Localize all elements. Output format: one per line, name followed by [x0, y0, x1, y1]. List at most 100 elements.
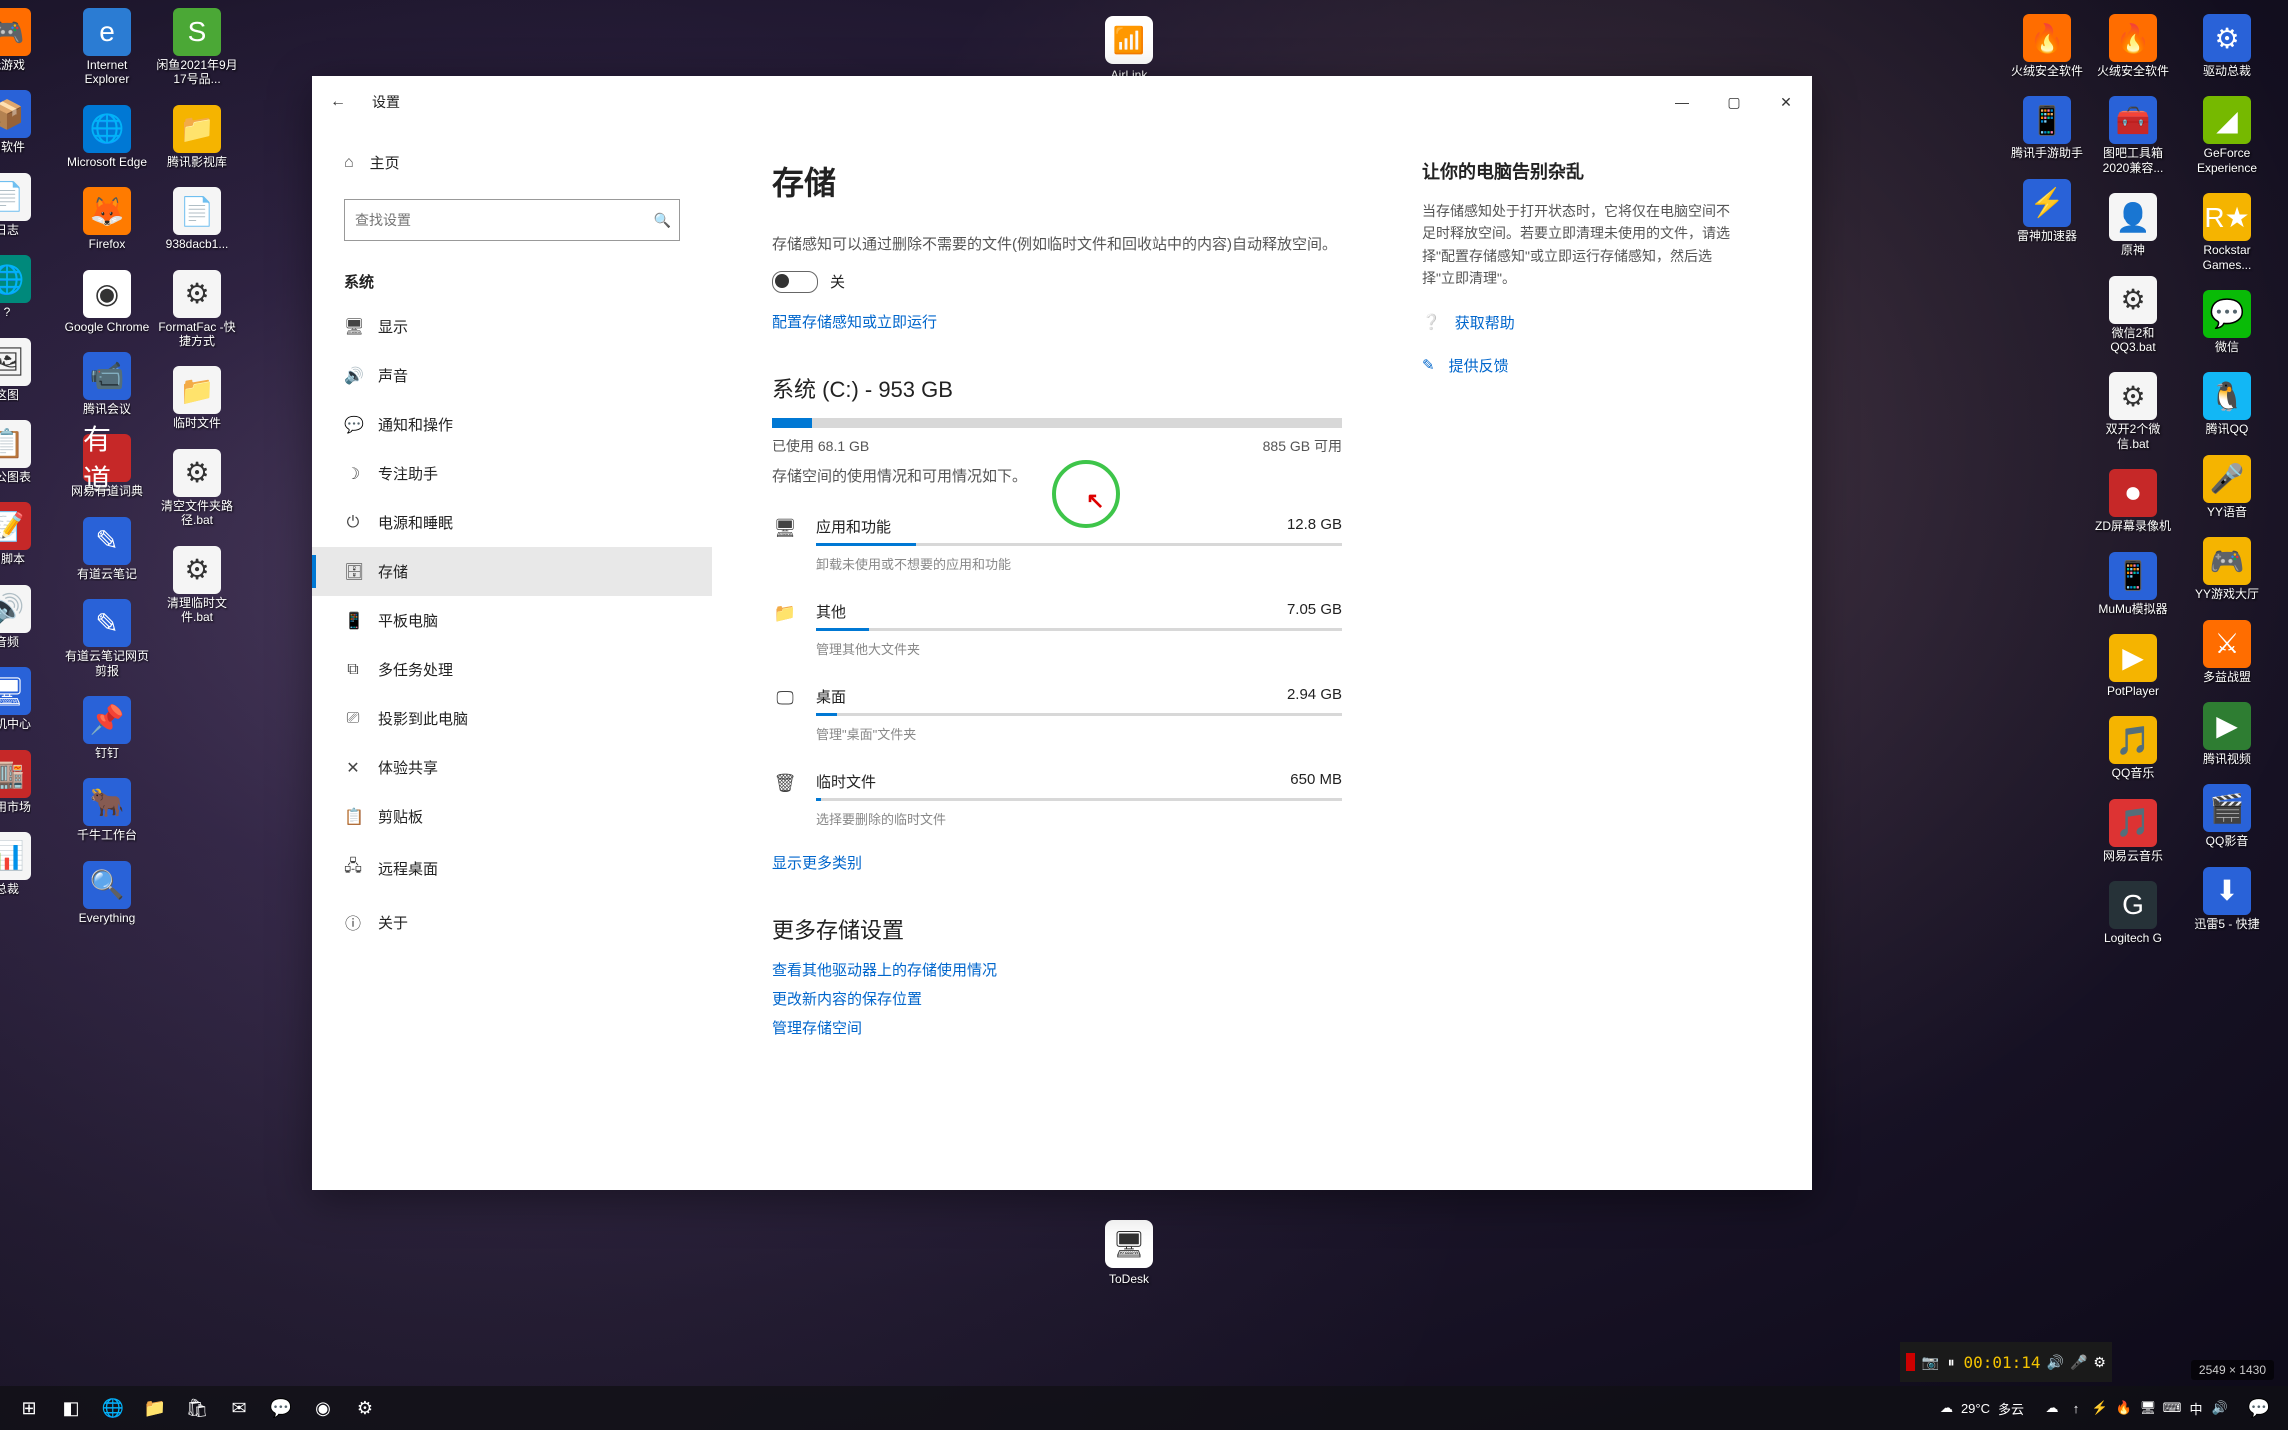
- taskbar-pinned-7[interactable]: ◉: [302, 1386, 344, 1430]
- desktop-icon[interactable]: 🎤YY语音: [2180, 451, 2274, 523]
- sidebar-item-4[interactable]: ⏻电源和睡眠: [312, 498, 712, 547]
- desktop-icon[interactable]: ◉Google Chrome: [60, 266, 154, 338]
- search-input[interactable]: [353, 211, 654, 229]
- desktop-icon[interactable]: ◢GeForce Experience: [2180, 92, 2274, 179]
- desktop-icon[interactable]: 📌钉钉: [60, 692, 154, 764]
- desktop-icon[interactable]: ⚙清空文件夹路径.bat: [150, 445, 244, 532]
- more-storage-link-2[interactable]: 管理存储空间: [772, 1017, 1342, 1038]
- taskbar-pinned-3[interactable]: 📁: [134, 1386, 176, 1430]
- desktop-icon[interactable]: eInternet Explorer: [60, 4, 154, 91]
- sidebar-item-8[interactable]: ⎚投影到此电脑: [312, 694, 712, 743]
- desktop-icon[interactable]: R★Rockstar Games...: [2180, 189, 2274, 276]
- storage-category-0[interactable]: 🖥 应用和功能12.8 GB 卸载未使用或不想要的应用和功能: [772, 502, 1342, 587]
- record-pause-button[interactable]: ⏸: [1945, 1350, 1958, 1374]
- desktop-icon[interactable]: 🖥主机中心: [0, 663, 54, 735]
- maximize-button[interactable]: ▢: [1708, 76, 1760, 128]
- tray-icon-2[interactable]: ⚡: [2090, 1400, 2110, 1416]
- desktop-icon[interactable]: ▶PotPlayer: [2086, 630, 2180, 702]
- taskbar-pinned-5[interactable]: ✉: [218, 1386, 260, 1430]
- sidebar-item-10[interactable]: 📋剪贴板: [312, 792, 712, 841]
- desktop-icon[interactable]: 🎮YY游戏大厅: [2180, 533, 2274, 605]
- storage-category-3[interactable]: 🗑 临时文件650 MB 选择要删除的临时文件: [772, 757, 1342, 842]
- more-storage-link-1[interactable]: 更改新内容的保存位置: [772, 988, 1342, 1009]
- desktop-icon[interactable]: ▶腾讯视频: [2180, 698, 2274, 770]
- sidebar-item-0[interactable]: 🖥显示: [312, 302, 712, 351]
- sidebar-item-11[interactable]: 🖧远程桌面: [312, 841, 712, 896]
- record-camera-icon[interactable]: 📷: [1921, 1350, 1938, 1374]
- back-button[interactable]: ←: [312, 76, 364, 128]
- desktop-icon[interactable]: 🎬QQ影音: [2180, 780, 2274, 852]
- desktop-icon[interactable]: 🐂千牛工作台: [60, 774, 154, 846]
- desktop-icon[interactable]: ⬇迅雷5 - 快捷: [2180, 863, 2274, 935]
- storage-category-1[interactable]: 📁 其他7.05 GB 管理其他大文件夹: [772, 587, 1342, 672]
- desktop-icon[interactable]: 📱腾讯手游助手: [2000, 92, 2094, 164]
- desktop-icon[interactable]: ⚙清理临时文件.bat: [150, 542, 244, 629]
- desktop-icon[interactable]: 🎵QQ音乐: [2086, 712, 2180, 784]
- tray-icon-0[interactable]: ☁: [2042, 1400, 2062, 1416]
- taskbar-pinned-4[interactable]: 🛍: [176, 1386, 218, 1430]
- minimize-button[interactable]: —: [1656, 76, 1708, 128]
- storage-category-2[interactable]: 🖵 桌面2.94 GB 管理"桌面"文件夹: [772, 672, 1342, 757]
- desktop-icon[interactable]: ⏺ZD屏幕录像机: [2086, 465, 2180, 537]
- tray-icon-4[interactable]: 🖥: [2138, 1400, 2158, 1416]
- desktop-icon[interactable]: ✎有道云笔记: [60, 513, 154, 585]
- taskbar-weather[interactable]: ☁ 29°C 多云: [1930, 1399, 2034, 1418]
- desktop-icon[interactable]: 📝即脚本: [0, 498, 54, 570]
- search-box[interactable]: 🔍: [344, 199, 680, 241]
- desktop-icon[interactable]: 📊总裁: [0, 828, 54, 900]
- desktop-icon[interactable]: ✎有道云笔记网页剪报: [60, 595, 154, 682]
- record-stop-button[interactable]: [1906, 1353, 1915, 1371]
- desktop-icon[interactable]: 📁腾讯影视库: [150, 101, 244, 173]
- sidebar-item-5[interactable]: 🗄存储: [312, 547, 712, 596]
- desktop-icon[interactable]: 🔊音频: [0, 581, 54, 653]
- tray-icon-6[interactable]: 中: [2186, 1399, 2206, 1418]
- desktop-icon[interactable]: ⚙双开2个微信.bat: [2086, 368, 2180, 455]
- desktop-icon[interactable]: ⚡雷神加速器: [2000, 175, 2094, 247]
- close-button[interactable]: ✕: [1760, 76, 1812, 128]
- desktop-icon[interactable]: ⚙FormatFac -快捷方式: [150, 266, 244, 353]
- desktop-icon[interactable]: 💬微信: [2180, 286, 2274, 358]
- desktop-icon[interactable]: 🔥火绒安全软件: [2000, 10, 2094, 82]
- desktop-icon[interactable]: 📶AirLink: [1105, 16, 1153, 82]
- taskbar-pinned-2[interactable]: 🌐: [92, 1386, 134, 1430]
- tray-icon-5[interactable]: ⌨: [2162, 1400, 2182, 1416]
- show-more-link[interactable]: 显示更多类别: [772, 852, 1342, 873]
- sidebar-home[interactable]: ⌂ 主页: [312, 138, 712, 187]
- desktop-icon[interactable]: 🧰图吧工具箱2020兼容...: [2086, 92, 2180, 179]
- desktop-icon[interactable]: 👤原神: [2086, 189, 2180, 261]
- taskbar-pinned-0[interactable]: ⊞: [8, 1386, 50, 1430]
- screen-recorder-widget[interactable]: 📷 ⏸ 00:01:14 🔊 🎤 ⚙: [1900, 1342, 2112, 1382]
- desktop-icon[interactable]: 📋办公图表: [0, 416, 54, 488]
- sidebar-item-12[interactable]: ⓘ关于: [312, 896, 712, 948]
- sidebar-item-3[interactable]: ☽专注助手: [312, 449, 712, 498]
- record-audio-icon[interactable]: 🔊: [2047, 1350, 2064, 1374]
- desktop-icon[interactable]: 📹腾讯会议: [60, 348, 154, 420]
- notification-center-button[interactable]: 💬: [2238, 1386, 2280, 1430]
- taskbar-pinned-8[interactable]: ⚙: [344, 1386, 386, 1430]
- desktop-icon[interactable]: ⚔多益战盟: [2180, 616, 2274, 688]
- desktop-icon[interactable]: ⚙驱动总裁: [2180, 10, 2274, 82]
- sidecol-link-0[interactable]: ❔获取帮助: [1422, 312, 1742, 333]
- system-tray[interactable]: ☁↑⚡🔥🖥⌨中🔊: [2034, 1399, 2238, 1418]
- desktop-icon[interactable]: 🌐Microsoft Edge: [60, 101, 154, 173]
- sidebar-item-1[interactable]: 🔊声音: [312, 351, 712, 400]
- desktop-icon[interactable]: 📄938dacb1...: [150, 183, 244, 255]
- sidebar-item-2[interactable]: 💬通知和操作: [312, 400, 712, 449]
- desktop-icon[interactable]: 🎮玩游戏: [0, 4, 54, 76]
- tray-icon-1[interactable]: ↑: [2066, 1401, 2086, 1416]
- desktop-icon[interactable]: 🔥火绒安全软件: [2086, 10, 2180, 82]
- desktop-icon[interactable]: 🌐?: [0, 251, 54, 323]
- record-settings-icon[interactable]: ⚙: [2093, 1350, 2106, 1374]
- desktop-icon[interactable]: 🖥ToDesk: [1105, 1220, 1153, 1286]
- more-storage-link-0[interactable]: 查看其他驱动器上的存储使用情况: [772, 959, 1342, 980]
- desktop-icon[interactable]: 📄日志: [0, 169, 54, 241]
- desktop-icon[interactable]: 🖼这图: [0, 334, 54, 406]
- record-mic-icon[interactable]: 🎤: [2070, 1350, 2087, 1374]
- desktop-icon[interactable]: 🦊Firefox: [60, 183, 154, 255]
- desktop-icon[interactable]: 🔍Everything: [60, 857, 154, 929]
- storage-sense-toggle[interactable]: [772, 271, 818, 293]
- desktop-icon[interactable]: GLogitech G: [2086, 877, 2180, 949]
- desktop-icon[interactable]: 📁临时文件: [150, 362, 244, 434]
- desktop-icon[interactable]: 🏬应用市场: [0, 746, 54, 818]
- taskbar-pinned-1[interactable]: ◧: [50, 1386, 92, 1430]
